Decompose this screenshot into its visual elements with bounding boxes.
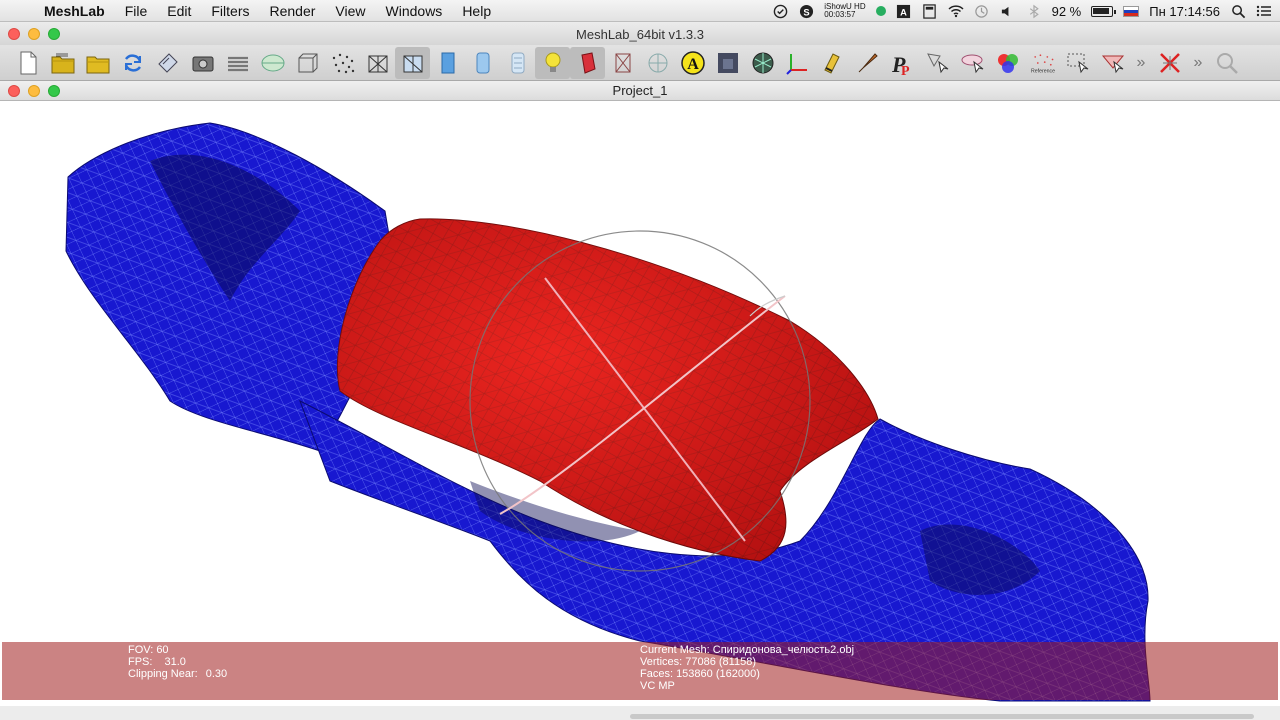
svg-text:A: A (687, 56, 699, 73)
menu-app-name[interactable]: MeshLab (38, 0, 115, 22)
svg-text:S: S (803, 7, 809, 17)
menu-view[interactable]: View (325, 0, 375, 22)
texture-icon[interactable] (500, 47, 535, 79)
toolbar-overflow-chevron-icon[interactable]: » (1130, 54, 1152, 72)
reference-label: Reference (1031, 68, 1055, 74)
menubar: MeshLab File Edit Filters Render View Wi… (0, 0, 1280, 22)
hidden-lines-icon[interactable] (395, 46, 430, 79)
input-source-flag-icon[interactable] (1123, 5, 1140, 17)
menubar-clock[interactable]: Пн 17:14:56 (1149, 4, 1220, 19)
clipping-value: 0.30 (205, 668, 228, 680)
recorder-indicator[interactable]: iShowU HD 00:03:57 (824, 3, 865, 19)
select-faces-icon[interactable] (1060, 47, 1095, 79)
menu-render[interactable]: Render (260, 0, 326, 22)
3d-viewport[interactable]: FOV: 60 FPS: 31.0 Clipping Near: 0.30 Curr… (0, 101, 1280, 706)
toolbar-overflow-chevron-icon-2[interactable]: » (1187, 54, 1209, 72)
zoom-window-button[interactable] (48, 28, 60, 40)
vertices-count: Vertices: 77086 (81158) (640, 656, 756, 668)
window-titlebar: MeshLab_64bit v1.3.3 (0, 23, 1280, 45)
subwindow-traffic-lights (8, 85, 60, 97)
subwindow-title: Project_1 (612, 83, 668, 98)
volume-icon[interactable] (1000, 3, 1016, 19)
pick-icon[interactable]: PP (885, 47, 920, 79)
calculator-icon[interactable] (922, 3, 938, 19)
recording-status-icon (875, 6, 886, 16)
flat-icon[interactable] (430, 47, 465, 79)
svg-text:P: P (901, 64, 910, 76)
clock-check-icon[interactable] (772, 3, 788, 19)
search-icon[interactable] (1209, 47, 1244, 79)
spotlight-search-icon[interactable] (1230, 3, 1246, 19)
snapshot-icon[interactable] (185, 47, 220, 79)
battery-percent[interactable]: 92 % (1052, 4, 1082, 19)
select-icon[interactable] (920, 47, 955, 79)
backface-icon[interactable] (605, 47, 640, 79)
paint-icon[interactable] (815, 47, 850, 79)
double-side-icon[interactable] (570, 46, 605, 79)
close-subwindow-button[interactable] (8, 85, 20, 97)
menu-filters[interactable]: Filters (201, 0, 259, 22)
fps-value: 31.0 (164, 656, 186, 668)
selected-icon[interactable] (710, 47, 745, 79)
skype-icon[interactable]: S (798, 3, 814, 19)
project-subwindow-titlebar: Project_1 (0, 81, 1280, 101)
smooth-icon[interactable] (465, 47, 500, 79)
fov-label: FOV: 60 (128, 644, 169, 656)
battery-icon[interactable] (1091, 5, 1117, 17)
color-icon[interactable]: A (675, 47, 710, 79)
align-icon[interactable] (955, 47, 990, 79)
time-machine-icon[interactable] (974, 3, 990, 19)
rgb-icon[interactable] (990, 47, 1025, 79)
menu-windows[interactable]: Windows (376, 0, 453, 22)
window-title: MeshLab_64bit v1.3.3 (576, 26, 704, 42)
points-icon[interactable] (325, 47, 360, 79)
mesh-render (65, 122, 1151, 702)
layers-icon[interactable] (220, 47, 255, 79)
clipping-row: Clipping Near: 0.30 (128, 668, 227, 680)
faces-count: Faces: 153860 (162000) (640, 668, 760, 680)
reload-icon[interactable] (115, 47, 150, 79)
window-traffic-lights (8, 28, 60, 40)
clipping-label: Clipping Near: (128, 668, 198, 680)
menu-edit[interactable]: Edit (157, 0, 201, 22)
minimize-window-button[interactable] (28, 28, 40, 40)
info-overlay: FOV: 60 FPS: 31.0 Clipping Near: 0.30 Curr… (2, 642, 1278, 700)
save-icon[interactable] (150, 47, 185, 79)
close-window-button[interactable] (8, 28, 20, 40)
decorate-icon[interactable] (745, 47, 780, 79)
notification-center-icon[interactable] (1256, 3, 1272, 19)
main-toolbar: A PP Reference » » (0, 45, 1280, 81)
bluetooth-icon[interactable] (1026, 3, 1042, 19)
bounding-box-icon[interactable] (290, 47, 325, 79)
view-info: FOV: 60 FPS: 31.0 Clipping Near: 0.30 (128, 644, 227, 680)
open-mesh-icon[interactable] (80, 47, 115, 79)
open-project-icon[interactable] (45, 47, 80, 79)
light-icon[interactable] (535, 46, 570, 79)
svg-text:A: A (900, 7, 907, 17)
delete-icon[interactable] (1152, 47, 1187, 79)
axis-icon[interactable] (780, 47, 815, 79)
brush-icon[interactable] (850, 47, 885, 79)
fps-row: FPS: 31.0 (128, 656, 227, 668)
render-flags: VC MP (640, 680, 675, 692)
wireframe-icon[interactable] (360, 47, 395, 79)
wifi-icon[interactable] (948, 3, 964, 19)
reference-icon[interactable]: Reference (1025, 47, 1060, 79)
mesh-info: Current Mesh: Спиридонова_челюсть2.obj V… (640, 644, 854, 692)
fps-label: FPS: (128, 656, 153, 668)
zoom-subwindow-button[interactable] (48, 85, 60, 97)
status-area: S iShowU HD 00:03:57 A 92 % Пн 17:14:56 (772, 0, 1272, 22)
globe-icon[interactable] (255, 47, 290, 79)
minimize-subwindow-button[interactable] (28, 85, 40, 97)
adobe-icon[interactable]: A (896, 3, 912, 19)
grid-icon[interactable] (640, 47, 675, 79)
new-project-icon[interactable] (10, 47, 45, 79)
recorder-time: 00:03:57 (824, 10, 856, 19)
measure-icon[interactable] (1095, 47, 1130, 79)
menu-file[interactable]: File (115, 0, 158, 22)
current-mesh-name: Current Mesh: Спиридонова_челюсть2.obj (640, 644, 855, 656)
horizontal-scrollbar[interactable] (630, 714, 1254, 719)
menu-help[interactable]: Help (452, 0, 501, 22)
